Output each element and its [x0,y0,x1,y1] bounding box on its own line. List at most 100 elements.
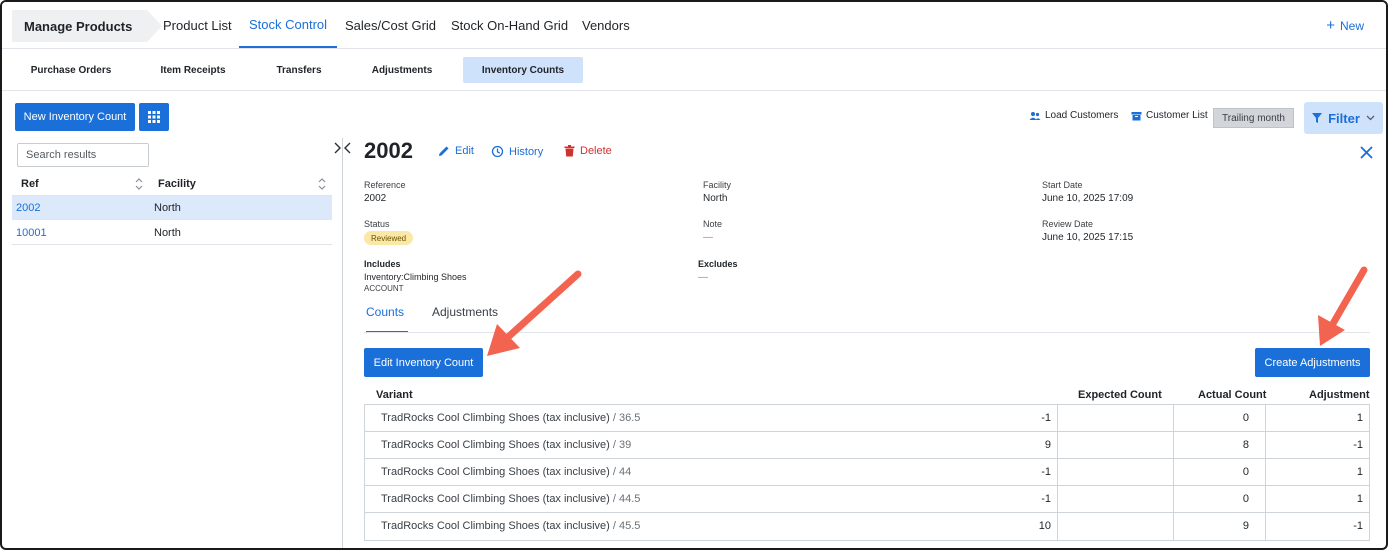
expected-count-cell: 9 [1044,439,1051,451]
filter-icon [1312,113,1323,123]
delete-label: Delete [580,145,612,157]
list-item[interactable]: 2002 North [12,196,332,220]
customer-list-label: Customer List [1146,110,1208,121]
variant-option: / 45.5 [612,520,641,532]
load-customers-button[interactable]: Load Customers [1029,110,1118,121]
subtab-transfers[interactable]: Transfers [264,57,334,83]
filter-button[interactable]: Filter [1304,102,1383,134]
create-adjustments-button[interactable]: Create Adjustments [1255,348,1370,377]
variant-cell: TradRocks Cool Climbing Shoes (tax inclu… [381,520,640,532]
grid-view-button[interactable] [139,103,169,131]
adjustment-cell: 1 [1356,412,1363,424]
tab-vendors[interactable]: Vendors [572,2,640,48]
variant-option: / 36.5 [612,412,641,424]
tab-sales-cost-grid[interactable]: Sales/Cost Grid [335,2,446,48]
note-label: Note [703,219,723,229]
product-name: TradRocks Cool Climbing Shoes (tax inclu… [381,466,610,478]
actual-count-cell: 0 [1242,466,1249,478]
trailing-month-button[interactable]: Trailing month [1213,108,1294,128]
list-item-ref[interactable]: 2002 [16,202,40,214]
tab-underline [364,332,1370,333]
includes-value: Inventory:Climbing Shoes [364,272,467,282]
load-customers-label: Load Customers [1045,110,1119,121]
expected-count-cell: 10 [1038,520,1051,532]
variant-option: / 44.5 [612,493,641,505]
tab-adjustments[interactable]: Adjustments [432,305,498,333]
adjustment-cell: 1 [1356,466,1363,478]
new-button[interactable]: + New [1326,18,1364,33]
includes-type: ACCOUNT [364,284,404,293]
table-row: TradRocks Cool Climbing Shoes (tax inclu… [365,405,1369,432]
list-item-ref[interactable]: 10001 [16,227,47,239]
subtab-purchase-orders[interactable]: Purchase Orders [22,57,120,83]
column-header-adjustment: Adjustment [1309,389,1370,401]
status-label: Status [364,219,390,229]
history-button[interactable]: History [491,145,543,158]
note-value: — [703,232,713,243]
variant-cell: TradRocks Cool Climbing Shoes (tax inclu… [381,466,631,478]
table-row: TradRocks Cool Climbing Shoes (tax inclu… [365,459,1369,486]
sub-nav: Purchase Orders Item Receipts Transfers … [2,49,1386,91]
sort-icon[interactable] [134,176,144,192]
reference-label: Reference [364,180,406,190]
trash-icon [564,145,575,157]
expected-count-cell: -1 [1041,412,1051,424]
history-icon [491,145,504,158]
list-item-facility: North [154,227,181,239]
app-window: Manage Products Product List Stock Contr… [0,0,1388,550]
column-header-facility[interactable]: Facility [158,172,196,196]
close-icon[interactable] [1360,146,1373,159]
brand-title[interactable]: Manage Products [12,10,162,42]
new-inventory-count-button[interactable]: New Inventory Count [15,103,135,131]
collapse-toggle-icon[interactable] [332,142,354,154]
tab-product-list[interactable]: Product List [153,2,242,48]
delete-button[interactable]: Delete [564,145,612,157]
subtab-adjustments[interactable]: Adjustments [362,57,442,83]
new-label: New [1339,18,1364,33]
tab-stock-control[interactable]: Stock Control [239,2,338,48]
tab-counts[interactable]: Counts [366,305,408,333]
actual-count-cell: 0 [1242,493,1249,505]
facility-label: Facility [703,180,732,190]
product-name: TradRocks Cool Climbing Shoes (tax inclu… [381,439,610,451]
adjustment-cell: 1 [1356,493,1363,505]
pencil-icon [439,146,449,156]
search-input[interactable] [17,143,149,167]
list-item[interactable]: 10001 North [12,221,332,245]
table-row: TradRocks Cool Climbing Shoes (tax inclu… [365,486,1369,513]
edit-button[interactable]: Edit [438,145,474,157]
archive-icon [1131,111,1142,120]
product-name: TradRocks Cool Climbing Shoes (tax inclu… [381,493,610,505]
excludes-label: Excludes [698,259,738,269]
list-item-facility: North [154,202,181,214]
adjustment-cell: -1 [1353,520,1363,532]
product-name: TradRocks Cool Climbing Shoes (tax inclu… [381,520,610,532]
chevron-down-icon [1366,115,1375,121]
expected-count-cell: -1 [1041,466,1051,478]
panel-divider[interactable] [342,138,343,548]
users-icon [1029,111,1041,120]
customer-list-button[interactable]: Customer List [1131,110,1208,121]
review-date-label: Review Date [1042,219,1094,229]
expected-count-cell: -1 [1041,493,1051,505]
subtab-inventory-counts[interactable]: Inventory Counts [463,57,583,83]
column-header-actual: Actual Count [1198,389,1267,401]
tab-stock-on-hand-grid[interactable]: Stock On-Hand Grid [441,2,578,48]
edit-label: Edit [455,145,474,157]
variant-option: / 44 [612,466,632,478]
start-date-label: Start Date [1042,180,1083,190]
actual-count-cell: 0 [1242,412,1249,424]
sort-icon[interactable] [317,176,327,192]
history-label: History [509,145,544,158]
reference-value: 2002 [364,193,387,204]
filter-label: Filter [1328,110,1360,126]
subtab-item-receipts[interactable]: Item Receipts [148,57,238,83]
status-badge: Reviewed [364,231,414,245]
includes-label: Includes [364,259,401,269]
actual-count-cell: 8 [1242,439,1249,451]
variant-cell: TradRocks Cool Climbing Shoes (tax inclu… [381,493,640,505]
edit-inventory-count-button[interactable]: Edit Inventory Count [364,348,483,377]
column-header-ref[interactable]: Ref [21,172,39,196]
annotation-arrow [487,270,582,356]
plus-icon: + [1326,17,1335,34]
